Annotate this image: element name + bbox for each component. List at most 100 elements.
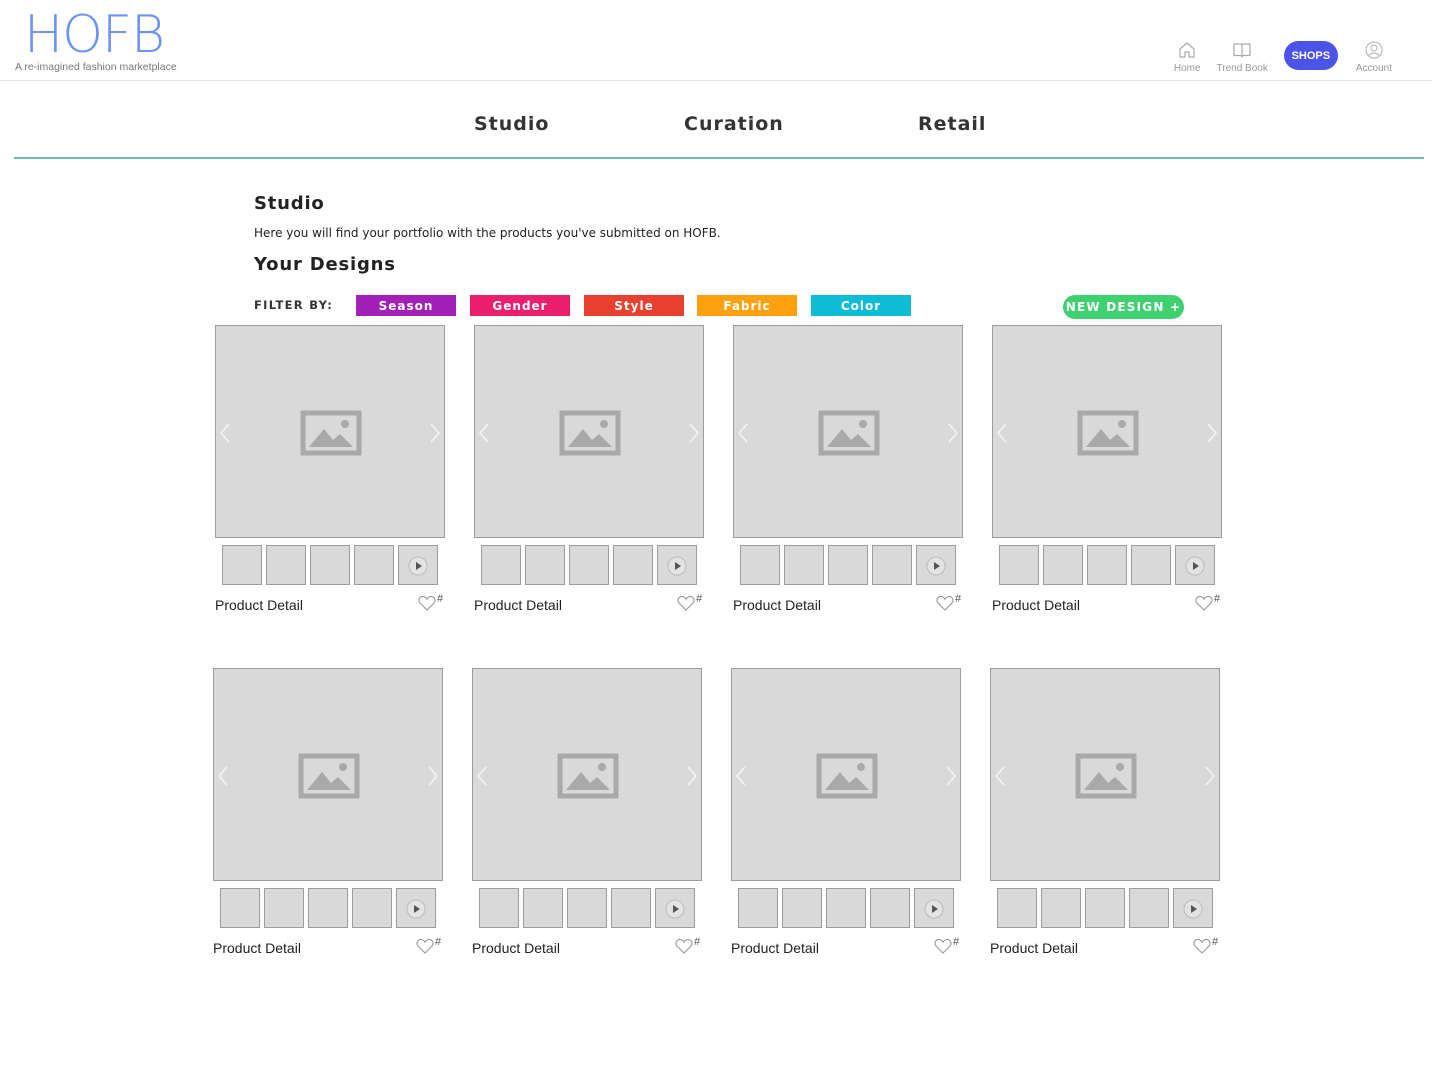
chevron-right-icon[interactable]	[944, 765, 958, 787]
chevron-right-icon[interactable]	[428, 422, 442, 444]
thumbnail[interactable]	[870, 888, 910, 928]
thumbnail[interactable]	[569, 545, 609, 585]
product-image[interactable]	[474, 325, 704, 538]
thumbnail[interactable]	[999, 545, 1039, 585]
thumbnail[interactable]	[354, 545, 394, 585]
thumbnail[interactable]	[1085, 888, 1125, 928]
video-thumbnail[interactable]	[657, 545, 697, 585]
thumbnail[interactable]	[525, 545, 565, 585]
chevron-right-icon[interactable]	[685, 765, 699, 787]
thumbnail[interactable]	[352, 888, 392, 928]
favorite-button[interactable]: #	[934, 936, 959, 954]
video-thumbnail[interactable]	[914, 888, 954, 928]
thumbnail[interactable]	[1129, 888, 1169, 928]
product-detail-link[interactable]: Product Detail	[215, 597, 303, 613]
thumbnail[interactable]	[1041, 888, 1081, 928]
product-image[interactable]	[215, 325, 445, 538]
chevron-right-icon[interactable]	[687, 422, 701, 444]
video-thumbnail[interactable]	[398, 545, 438, 585]
favorite-button[interactable]: #	[936, 593, 961, 611]
play-icon	[406, 899, 426, 919]
chevron-left-icon[interactable]	[993, 765, 1007, 787]
thumbnail[interactable]	[567, 888, 607, 928]
chevron-left-icon[interactable]	[995, 422, 1009, 444]
thumbnail[interactable]	[264, 888, 304, 928]
filter-gender[interactable]: Gender	[470, 295, 570, 316]
product-card: Product Detail #	[472, 668, 704, 968]
favorite-button[interactable]: #	[675, 936, 700, 954]
video-thumbnail[interactable]	[655, 888, 695, 928]
play-icon	[926, 556, 946, 576]
video-thumbnail[interactable]	[916, 545, 956, 585]
product-image[interactable]	[731, 668, 961, 881]
chevron-left-icon[interactable]	[734, 765, 748, 787]
thumbnail[interactable]	[611, 888, 651, 928]
product-detail-link[interactable]: Product Detail	[474, 597, 562, 613]
thumbnail[interactable]	[1087, 545, 1127, 585]
nav-home[interactable]: Home	[1174, 40, 1201, 74]
product-detail-link[interactable]: Product Detail	[990, 940, 1078, 956]
thumbnail[interactable]	[784, 545, 824, 585]
product-detail-link[interactable]: Product Detail	[733, 597, 821, 613]
tab-studio[interactable]: Studio	[474, 113, 549, 135]
product-image[interactable]	[990, 668, 1220, 881]
chevron-left-icon[interactable]	[216, 765, 230, 787]
thumbnail[interactable]	[308, 888, 348, 928]
favorite-button[interactable]: #	[677, 593, 702, 611]
product-card: Product Detail #	[215, 325, 447, 625]
thumbnail[interactable]	[266, 545, 306, 585]
chevron-left-icon[interactable]	[477, 422, 491, 444]
product-detail-link[interactable]: Product Detail	[992, 597, 1080, 613]
thumbnail[interactable]	[872, 545, 912, 585]
thumbnail[interactable]	[222, 545, 262, 585]
product-detail-link[interactable]: Product Detail	[731, 940, 819, 956]
new-design-button[interactable]: NEW DESIGN +	[1063, 295, 1184, 319]
product-image[interactable]	[472, 668, 702, 881]
chevron-left-icon[interactable]	[218, 422, 232, 444]
thumbnail[interactable]	[828, 545, 868, 585]
chevron-left-icon[interactable]	[736, 422, 750, 444]
product-detail-link[interactable]: Product Detail	[472, 940, 560, 956]
thumbnail[interactable]	[613, 545, 653, 585]
video-thumbnail[interactable]	[1173, 888, 1213, 928]
logo[interactable]: HOFB	[24, 6, 165, 64]
filter-color[interactable]: Color	[811, 295, 911, 316]
thumbnail[interactable]	[523, 888, 563, 928]
thumbnail[interactable]	[479, 888, 519, 928]
thumbnail[interactable]	[738, 888, 778, 928]
studio-title: Studio	[254, 193, 325, 214]
chevron-left-icon[interactable]	[475, 765, 489, 787]
nav-trend-book[interactable]: Trend Book	[1217, 40, 1268, 74]
tab-retail[interactable]: Retail	[918, 113, 986, 135]
thumbnail[interactable]	[220, 888, 260, 928]
thumbnail[interactable]	[1131, 545, 1171, 585]
favorite-button[interactable]: #	[1195, 593, 1220, 611]
favorite-button[interactable]: #	[418, 593, 443, 611]
thumbnail[interactable]	[782, 888, 822, 928]
nav-account[interactable]: Account	[1356, 40, 1392, 74]
video-thumbnail[interactable]	[1175, 545, 1215, 585]
thumbnail-strip	[738, 888, 954, 928]
filter-style[interactable]: Style	[584, 295, 684, 316]
thumbnail[interactable]	[1043, 545, 1083, 585]
chevron-right-icon[interactable]	[1205, 422, 1219, 444]
filter-fabric[interactable]: Fabric	[697, 295, 797, 316]
thumbnail[interactable]	[310, 545, 350, 585]
video-thumbnail[interactable]	[396, 888, 436, 928]
filter-season[interactable]: Season	[356, 295, 456, 316]
product-image[interactable]	[733, 325, 963, 538]
thumbnail[interactable]	[481, 545, 521, 585]
favorite-button[interactable]: #	[416, 936, 441, 954]
chevron-right-icon[interactable]	[1203, 765, 1217, 787]
chevron-right-icon[interactable]	[946, 422, 960, 444]
product-image[interactable]	[213, 668, 443, 881]
thumbnail[interactable]	[740, 545, 780, 585]
chevron-right-icon[interactable]	[426, 765, 440, 787]
thumbnail[interactable]	[997, 888, 1037, 928]
thumbnail[interactable]	[826, 888, 866, 928]
favorite-button[interactable]: #	[1193, 936, 1218, 954]
product-detail-link[interactable]: Product Detail	[213, 940, 301, 956]
product-image[interactable]	[992, 325, 1222, 538]
tab-curation[interactable]: Curation	[684, 113, 784, 135]
shops-button[interactable]: SHOPS	[1283, 41, 1338, 70]
